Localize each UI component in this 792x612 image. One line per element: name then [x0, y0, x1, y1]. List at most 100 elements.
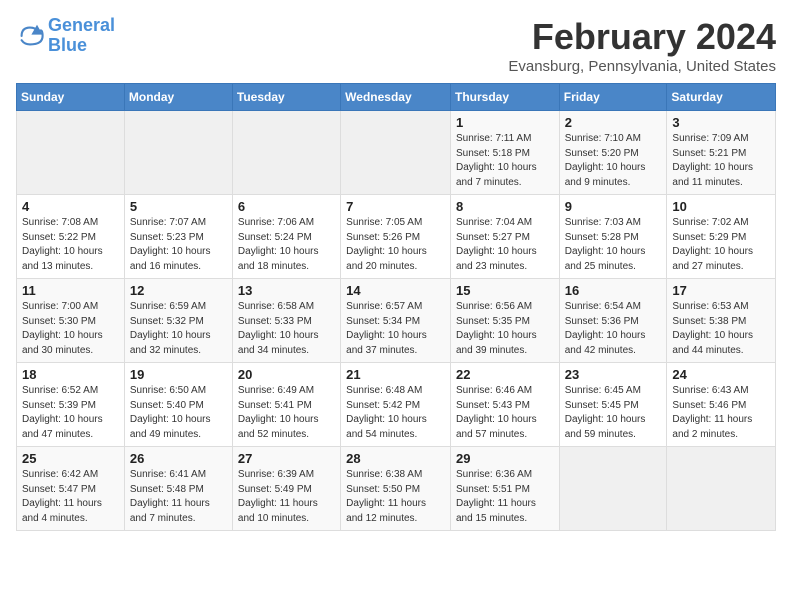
calendar-cell: 25 Sunrise: 6:42 AM Sunset: 5:47 PM Dayli… — [17, 447, 125, 531]
day-number: 23 — [565, 367, 662, 382]
day-info: Sunrise: 6:59 AM Sunset: 5:32 PM Dayligh… — [130, 300, 227, 358]
calendar-cell: 4 Sunrise: 7:08 AM Sunset: 5:22 PM Daylig… — [17, 195, 125, 279]
day-number: 21 — [346, 367, 445, 382]
calendar-week-row: 1 Sunrise: 7:11 AM Sunset: 5:18 PM Daylig… — [17, 111, 776, 195]
day-number: 18 — [22, 367, 119, 382]
calendar-cell: 1 Sunrise: 7:11 AM Sunset: 5:18 PM Daylig… — [450, 111, 559, 195]
day-number: 15 — [456, 283, 554, 298]
day-info: Sunrise: 6:56 AM Sunset: 5:35 PM Dayligh… — [456, 300, 554, 358]
day-number: 24 — [672, 367, 770, 382]
day-number: 19 — [130, 367, 227, 382]
calendar-cell: 17Sunrise: 6:53 AM Sunset: 5:38 PM Dayli… — [667, 279, 776, 363]
day-info: Sunrise: 7:00 AM Sunset: 5:30 PM Dayligh… — [22, 300, 119, 358]
calendar-cell: 19 Sunrise: 6:50 AM Sunset: 5:40 PM Dayli… — [124, 363, 232, 447]
calendar-week-row: 18 Sunrise: 6:52 AM Sunset: 5:39 PM Dayli… — [17, 363, 776, 447]
day-number: 13 — [238, 283, 335, 298]
calendar-cell: 14Sunrise: 6:57 AM Sunset: 5:34 PM Dayli… — [341, 279, 451, 363]
calendar-cell: 2Sunrise: 7:10 AM Sunset: 5:20 PM Daylig… — [559, 111, 667, 195]
calendar-cell: 26 Sunrise: 6:41 AM Sunset: 5:48 PM Dayli… — [124, 447, 232, 531]
day-number: 14 — [346, 283, 445, 298]
day-number: 28 — [346, 451, 445, 466]
calendar-cell: 27 Sunrise: 6:39 AM Sunset: 5:49 PM Dayli… — [232, 447, 340, 531]
calendar-cell: 10 Sunrise: 7:02 AM Sunset: 5:29 PM Dayli… — [667, 195, 776, 279]
calendar-cell: 29Sunrise: 6:36 AM Sunset: 5:51 PM Dayli… — [450, 447, 559, 531]
day-number: 2 — [565, 115, 662, 130]
calendar-cell: 8 Sunrise: 7:04 AM Sunset: 5:27 PM Daylig… — [450, 195, 559, 279]
day-info: Sunrise: 6:52 AM Sunset: 5:39 PM Dayligh… — [22, 384, 119, 442]
day-info: Sunrise: 6:38 AM Sunset: 5:50 PM Dayligh… — [346, 468, 445, 526]
day-info: Sunrise: 6:58 AM Sunset: 5:33 PM Dayligh… — [238, 300, 335, 358]
logo: General Blue — [16, 16, 115, 56]
calendar-cell — [232, 111, 340, 195]
day-number: 11 — [22, 283, 119, 298]
day-info: Sunrise: 6:54 AM Sunset: 5:36 PM Dayligh… — [565, 300, 662, 358]
calendar-cell: 5 Sunrise: 7:07 AM Sunset: 5:23 PM Daylig… — [124, 195, 232, 279]
page-header: General Blue February 2024 Evansburg, Pe… — [16, 16, 776, 75]
calendar-table: SundayMondayTuesdayWednesdayThursdayFrid… — [16, 83, 776, 531]
day-info: Sunrise: 6:53 AM Sunset: 5:38 PM Dayligh… — [672, 300, 770, 358]
calendar-cell: 23 Sunrise: 6:45 AM Sunset: 5:45 PM Dayli… — [559, 363, 667, 447]
day-number: 22 — [456, 367, 554, 382]
day-number: 9 — [565, 199, 662, 214]
calendar-week-row: 25 Sunrise: 6:42 AM Sunset: 5:47 PM Dayli… — [17, 447, 776, 531]
calendar-cell: 18 Sunrise: 6:52 AM Sunset: 5:39 PM Dayli… — [17, 363, 125, 447]
calendar-week-row: 11 Sunrise: 7:00 AM Sunset: 5:30 PM Dayli… — [17, 279, 776, 363]
calendar-header-wednesday: Wednesday — [341, 84, 451, 111]
calendar-cell: 11 Sunrise: 7:00 AM Sunset: 5:30 PM Dayli… — [17, 279, 125, 363]
day-number: 7 — [346, 199, 445, 214]
day-info: Sunrise: 7:02 AM Sunset: 5:29 PM Dayligh… — [672, 216, 770, 274]
day-info: Sunrise: 6:41 AM Sunset: 5:48 PM Dayligh… — [130, 468, 227, 526]
month-title: February 2024 — [508, 16, 776, 58]
logo-text: General Blue — [48, 16, 115, 56]
calendar-header-tuesday: Tuesday — [232, 84, 340, 111]
day-info: Sunrise: 6:39 AM Sunset: 5:49 PM Dayligh… — [238, 468, 335, 526]
day-number: 25 — [22, 451, 119, 466]
day-number: 10 — [672, 199, 770, 214]
calendar-cell: 15 Sunrise: 6:56 AM Sunset: 5:35 PM Dayli… — [450, 279, 559, 363]
day-number: 27 — [238, 451, 335, 466]
calendar-cell — [17, 111, 125, 195]
day-info: Sunrise: 7:08 AM Sunset: 5:22 PM Dayligh… — [22, 216, 119, 274]
calendar-cell: 24 Sunrise: 6:43 AM Sunset: 5:46 PM Dayli… — [667, 363, 776, 447]
day-number: 20 — [238, 367, 335, 382]
calendar-cell: 16 Sunrise: 6:54 AM Sunset: 5:36 PM Dayli… — [559, 279, 667, 363]
calendar-cell: 28 Sunrise: 6:38 AM Sunset: 5:50 PM Dayli… — [341, 447, 451, 531]
calendar-header-saturday: Saturday — [667, 84, 776, 111]
logo-icon — [16, 22, 44, 50]
calendar-header-monday: Monday — [124, 84, 232, 111]
day-info: Sunrise: 6:45 AM Sunset: 5:45 PM Dayligh… — [565, 384, 662, 442]
day-number: 6 — [238, 199, 335, 214]
calendar-cell — [667, 447, 776, 531]
day-info: Sunrise: 7:03 AM Sunset: 5:28 PM Dayligh… — [565, 216, 662, 274]
calendar-header-sunday: Sunday — [17, 84, 125, 111]
day-number: 1 — [456, 115, 554, 130]
day-number: 5 — [130, 199, 227, 214]
calendar-cell: 6 Sunrise: 7:06 AM Sunset: 5:24 PM Daylig… — [232, 195, 340, 279]
calendar-week-row: 4 Sunrise: 7:08 AM Sunset: 5:22 PM Daylig… — [17, 195, 776, 279]
calendar-cell: 3Sunrise: 7:09 AM Sunset: 5:21 PM Daylig… — [667, 111, 776, 195]
title-block: February 2024 Evansburg, Pennsylvania, U… — [508, 16, 776, 75]
calendar-cell: 7 Sunrise: 7:05 AM Sunset: 5:26 PM Daylig… — [341, 195, 451, 279]
calendar-cell: 22 Sunrise: 6:46 AM Sunset: 5:43 PM Dayli… — [450, 363, 559, 447]
day-info: Sunrise: 7:11 AM Sunset: 5:18 PM Dayligh… — [456, 132, 554, 190]
day-info: Sunrise: 7:07 AM Sunset: 5:23 PM Dayligh… — [130, 216, 227, 274]
day-number: 26 — [130, 451, 227, 466]
calendar-cell — [341, 111, 451, 195]
calendar-cell: 20Sunrise: 6:49 AM Sunset: 5:41 PM Dayli… — [232, 363, 340, 447]
calendar-cell: 9 Sunrise: 7:03 AM Sunset: 5:28 PM Daylig… — [559, 195, 667, 279]
day-info: Sunrise: 6:42 AM Sunset: 5:47 PM Dayligh… — [22, 468, 119, 526]
calendar-header-thursday: Thursday — [450, 84, 559, 111]
day-info: Sunrise: 6:48 AM Sunset: 5:42 PM Dayligh… — [346, 384, 445, 442]
day-number: 8 — [456, 199, 554, 214]
location: Evansburg, Pennsylvania, United States — [508, 58, 776, 75]
day-number: 4 — [22, 199, 119, 214]
calendar-cell: 21 Sunrise: 6:48 AM Sunset: 5:42 PM Dayli… — [341, 363, 451, 447]
day-info: Sunrise: 6:43 AM Sunset: 5:46 PM Dayligh… — [672, 384, 770, 442]
calendar-cell: 12Sunrise: 6:59 AM Sunset: 5:32 PM Dayli… — [124, 279, 232, 363]
day-number: 16 — [565, 283, 662, 298]
day-info: Sunrise: 7:06 AM Sunset: 5:24 PM Dayligh… — [238, 216, 335, 274]
day-info: Sunrise: 6:50 AM Sunset: 5:40 PM Dayligh… — [130, 384, 227, 442]
day-info: Sunrise: 6:46 AM Sunset: 5:43 PM Dayligh… — [456, 384, 554, 442]
day-info: Sunrise: 7:05 AM Sunset: 5:26 PM Dayligh… — [346, 216, 445, 274]
day-info: Sunrise: 7:04 AM Sunset: 5:27 PM Dayligh… — [456, 216, 554, 274]
